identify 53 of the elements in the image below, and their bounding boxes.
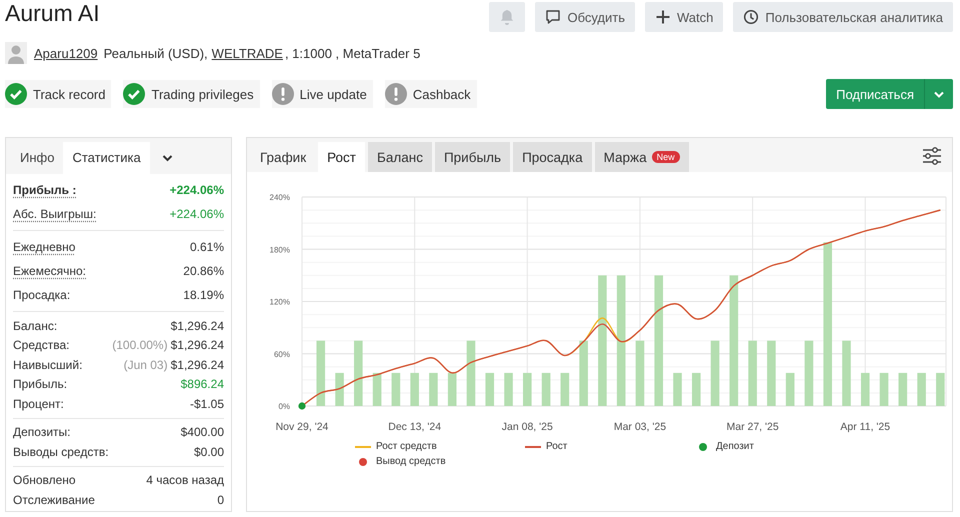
stat-value: $1,296.24 <box>170 358 224 372</box>
stat-value: -$1.05 <box>190 396 224 411</box>
badge-label: Trading privileges <box>151 86 254 102</box>
axis-label: Dec 13, '24 <box>388 421 442 433</box>
new-badge: New <box>652 151 680 163</box>
stat-label: Депозиты: <box>13 425 70 440</box>
stat-label: Ежедневно <box>13 240 76 254</box>
stat-value: 0.61% <box>190 240 224 254</box>
legend-label: Рост <box>546 441 568 452</box>
axis-label: Jan 08, '25 <box>502 421 553 433</box>
stat-label: Прибыль : <box>13 183 76 197</box>
axis-label: 240% <box>270 193 290 202</box>
stat-note: (Jun 03) <box>124 358 168 372</box>
axis-label: Mar 03, '25 <box>614 421 666 433</box>
badge-label: Live update <box>300 86 367 102</box>
stat-value: 20.86% <box>183 264 224 278</box>
axis-label: 0% <box>278 402 290 411</box>
stat-value: $1,296.24 <box>170 338 224 352</box>
stat-value: $0.00 <box>194 444 224 459</box>
stat-value: +224.06% <box>170 207 224 221</box>
stat-value: $400.00 <box>180 425 224 440</box>
legend-label: Депозит <box>716 441 754 452</box>
page-title: Aurum AI <box>5 0 100 28</box>
stat-label: Средства: <box>13 338 70 352</box>
axis-label: Mar 27, '25 <box>726 421 779 433</box>
axis-label: Nov 29, '24 <box>276 421 328 433</box>
account-type: Реальный (USD), <box>104 46 208 60</box>
stat-label: Обновлено <box>13 473 76 488</box>
account-details: , 1:1000 , MetaTrader 5 <box>284 46 420 60</box>
stat-label: Прибыль: <box>13 377 68 392</box>
axis-label: 120% <box>270 298 290 306</box>
badge-label: Track record <box>33 86 106 102</box>
legend-label: Рост средств <box>376 441 437 452</box>
stat-label: Процент: <box>13 396 64 411</box>
stat-label: Баланс: <box>13 318 58 333</box>
legend-label: Вывод средств <box>376 456 446 467</box>
stat-label: Абс. Выигрыш: <box>13 207 96 221</box>
stat-label: Просадка: <box>13 288 70 302</box>
axis-label: Apr 11, '25 <box>840 421 890 433</box>
badge-label: Cashback <box>412 86 471 102</box>
stat-value: +224.06% <box>170 183 224 197</box>
stat-label: Выводы средств: <box>13 444 109 459</box>
stat-value: 4 часов назад <box>146 473 224 488</box>
stat-value: 0 <box>217 492 224 507</box>
stat-label: Наивысший: <box>13 358 82 372</box>
axis-label: 60% <box>274 350 290 359</box>
stat-value: $1,296.24 <box>170 318 224 333</box>
stat-note: (100.00%) <box>112 338 168 352</box>
stat-label: Отслеживание <box>13 492 95 507</box>
stat-value: $896.24 <box>180 377 224 392</box>
axis-label: 180% <box>270 245 290 254</box>
stat-label: Ежемесячно: <box>13 264 86 278</box>
stat-value: 18.19% <box>183 288 224 302</box>
